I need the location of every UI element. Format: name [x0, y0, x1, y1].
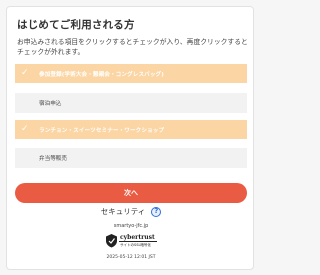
option-label: 弁当等販売	[39, 156, 67, 162]
seal-timestamp: 2025-05-12 12:01 JST	[106, 255, 156, 260]
check-icon: ✓	[21, 124, 29, 134]
option-label: ランチョン・スイーツセミナー・ワークショップ	[39, 127, 165, 134]
option-registration[interactable]: ✓ 参加登録(学術大会・懇親会・コングレスバッグ)	[15, 64, 247, 83]
seal-subtitle: サイトのSSL暗号化	[120, 243, 151, 247]
security-label: セキュリティ	[100, 207, 146, 216]
option-label: 宿泊申込	[39, 101, 62, 107]
option-bento-sales[interactable]: 弁当等販売	[15, 148, 247, 168]
help-icon[interactable]: ?	[151, 206, 162, 217]
application-card: はじめてご利用される方 お申込みされる項目をクリックするとチェックが入り、再度ク…	[6, 6, 254, 270]
option-label: 参加登録(学術大会・懇親会・コングレスバッグ)	[39, 71, 164, 78]
seal-brand: cybertrust	[120, 234, 155, 241]
seal-domain: smartyo-jfc.jp	[113, 223, 149, 229]
option-luncheon-seminar[interactable]: ✓ ランチョン・スイーツセミナー・ワークショップ	[15, 120, 247, 139]
page-title: はじめてご利用される方	[17, 19, 135, 31]
next-button[interactable]: 次へ	[15, 183, 247, 203]
cybertrust-logo-icon	[106, 234, 117, 248]
ssl-seal[interactable]: cybertrust サイトのSSL暗号化	[103, 231, 159, 254]
option-accommodation[interactable]: 宿泊申込	[15, 93, 247, 113]
check-icon: ✓	[21, 68, 29, 78]
next-button-label: 次へ	[124, 190, 138, 197]
security-section: セキュリティ ?	[7, 206, 255, 217]
seal-divider	[119, 241, 157, 242]
instruction-text: お申込みされる項目をクリックするとチェックが入り、再度クリックするとチェックが外…	[17, 38, 248, 56]
